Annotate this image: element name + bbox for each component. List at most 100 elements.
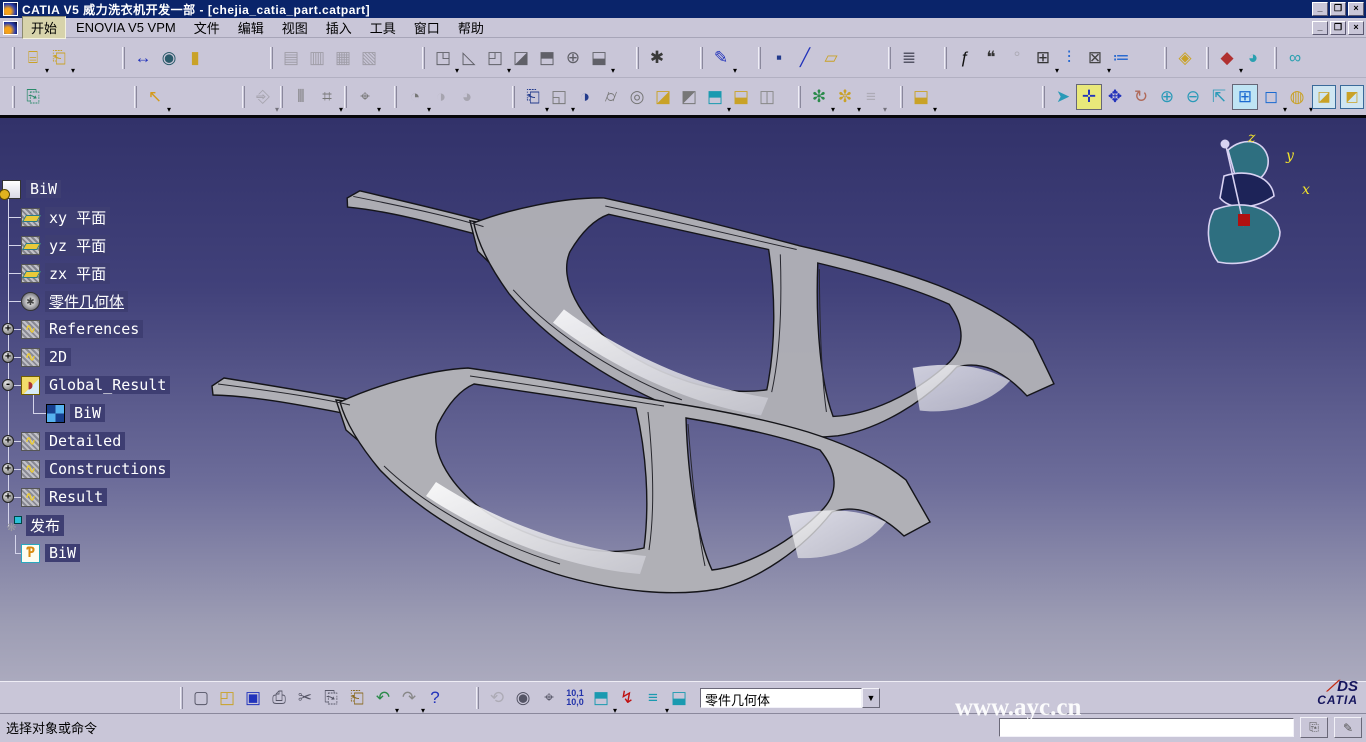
- toolbar-drag-handle[interactable]: [12, 86, 15, 108]
- menu-插入[interactable]: 插入: [318, 17, 360, 38]
- doc-close-button[interactable]: ×: [1348, 21, 1364, 35]
- normal-view-icon[interactable]: ⇱: [1206, 84, 1232, 110]
- catalog-3-icon[interactable]: ▦: [330, 45, 356, 71]
- tree-item-result[interactable]: +∿Result: [0, 483, 270, 511]
- toolbar-drag-handle[interactable]: [122, 47, 125, 69]
- measure-inertia-icon[interactable]: ▮: [182, 45, 208, 71]
- toolbar-drag-handle[interactable]: [1164, 47, 1167, 69]
- minimize-button[interactable]: _: [1312, 2, 1328, 16]
- toolbar-drag-handle[interactable]: [700, 47, 703, 69]
- design-table-icon[interactable]: ⊞▾: [1030, 45, 1056, 71]
- toolbar-drag-handle[interactable]: [134, 86, 137, 108]
- toolbar-drag-handle[interactable]: [512, 86, 515, 108]
- toolbar-drag-handle[interactable]: [1274, 47, 1277, 69]
- toolbar-drag-handle[interactable]: [422, 47, 425, 69]
- save-document-icon[interactable]: ▣: [240, 685, 266, 711]
- equivalent-dimensions-icon[interactable]: ≔: [1108, 45, 1134, 71]
- catalog-4-icon[interactable]: ▧: [356, 45, 382, 71]
- render-style-icon[interactable]: ◍▾: [1284, 84, 1310, 110]
- untrim-surface-icon[interactable]: ◰▾: [482, 45, 508, 71]
- swap-visible-space-icon[interactable]: ◩: [1340, 85, 1364, 109]
- curvature-analysis-icon[interactable]: ◕: [454, 84, 480, 110]
- rib-icon[interactable]: ◪: [650, 84, 676, 110]
- tree-item-constructions[interactable]: +∿Constructions: [0, 455, 270, 483]
- trim-surface-icon[interactable]: ◺: [456, 45, 482, 71]
- slot-icon[interactable]: ◩: [676, 84, 702, 110]
- toolbar-drag-handle[interactable]: [798, 86, 801, 108]
- expand-icon[interactable]: +: [2, 323, 14, 335]
- dmu-review-icon[interactable]: ◈: [1172, 45, 1198, 71]
- expand-icon[interactable]: +: [2, 351, 14, 363]
- tree-item--[interactable]: ❋发布: [0, 511, 270, 539]
- comment-icon[interactable]: ❝: [978, 45, 1004, 71]
- catalog-browser-icon[interactable]: ≣: [896, 45, 922, 71]
- menu-开始[interactable]: 开始: [22, 16, 66, 39]
- compass-free-rotation-handle[interactable]: [1221, 140, 1230, 149]
- power-input-field[interactable]: [999, 718, 1294, 737]
- specification-list-icon[interactable]: ≡▾: [858, 84, 884, 110]
- shaft-icon[interactable]: ◑: [572, 84, 598, 110]
- sketcher-icon[interactable]: ✎▾: [708, 45, 734, 71]
- hide-show-icon[interactable]: ◪: [1312, 85, 1336, 109]
- zoom-in-icon[interactable]: ⊕: [1154, 84, 1180, 110]
- undo-icon[interactable]: ↶▾: [370, 685, 396, 711]
- distance-analysis-icon[interactable]: ◕: [1240, 45, 1266, 71]
- compass-base-square[interactable]: [1238, 214, 1250, 226]
- menu-enovia-v5-vpm[interactable]: ENOVIA V5 VPM: [68, 19, 184, 36]
- catalog-2-icon[interactable]: ▥: [304, 45, 330, 71]
- relations-icon[interactable]: ⫶: [1056, 45, 1082, 71]
- toolbar-drag-handle[interactable]: [270, 47, 273, 69]
- enovia-open-icon[interactable]: ⌸▾: [20, 45, 46, 71]
- toolbar-drag-handle[interactable]: [344, 86, 347, 108]
- surfaces-palette-icon[interactable]: ⬓▾: [908, 84, 934, 110]
- knowledge-inspector-icon[interactable]: ◉: [510, 685, 536, 711]
- pad-icon[interactable]: ⎗▾: [520, 84, 546, 110]
- update-flash-icon[interactable]: ↯: [614, 685, 640, 711]
- units-precision-icon[interactable]: 10,110,0: [562, 685, 588, 711]
- doc-restore-button[interactable]: ❐: [1330, 21, 1346, 35]
- copy-icon[interactable]: ⎘: [318, 685, 344, 711]
- power-copy-icon[interactable]: ⟲: [484, 685, 510, 711]
- expand-icon[interactable]: +: [2, 463, 14, 475]
- open-catalog-icon[interactable]: ⬓: [666, 685, 692, 711]
- expand-icon[interactable]: +: [2, 435, 14, 447]
- pan-icon[interactable]: ✥: [1102, 84, 1128, 110]
- redo-icon[interactable]: ↷▾: [396, 685, 422, 711]
- snap-icon[interactable]: ⌖▾: [352, 84, 378, 110]
- expand-icon[interactable]: +: [2, 491, 14, 503]
- open-document-icon[interactable]: ◰: [214, 685, 240, 711]
- part-cache-icon[interactable]: ⬒▾: [588, 685, 614, 711]
- paste-icon[interactable]: ⎗: [344, 685, 370, 711]
- toolbar-drag-handle[interactable]: [900, 86, 903, 108]
- boundary-icon[interactable]: ⬒: [534, 45, 560, 71]
- hole-icon[interactable]: ◎: [624, 84, 650, 110]
- manual-update-icon[interactable]: ✼▾: [832, 84, 858, 110]
- menu-视图[interactable]: 视图: [274, 17, 316, 38]
- groove-icon[interactable]: ⌭: [598, 84, 624, 110]
- dialog-toggle-button[interactable]: ⎘: [1300, 717, 1328, 738]
- new-document-icon[interactable]: ▢: [188, 685, 214, 711]
- clash-analysis-icon[interactable]: ◆▾: [1214, 45, 1240, 71]
- mirror-structure-icon[interactable]: ⫴: [288, 84, 314, 110]
- fit-all-in-icon[interactable]: ✛: [1076, 84, 1102, 110]
- tree-item-global_result[interactable]: -◗Global_Result: [0, 371, 270, 399]
- toolbar-drag-handle[interactable]: [1206, 47, 1209, 69]
- formula-icon[interactable]: ƒ: [952, 45, 978, 71]
- sew-surface-icon[interactable]: ⬓: [728, 84, 754, 110]
- tree-item-biw[interactable]: BiW: [0, 175, 270, 203]
- menu-编辑[interactable]: 编辑: [230, 17, 272, 38]
- data-exchange-icon[interactable]: ⎘: [20, 84, 46, 110]
- close-surface-icon[interactable]: ◫: [754, 84, 780, 110]
- toolbar-drag-handle[interactable]: [888, 47, 891, 69]
- enovia-save-icon[interactable]: ⎗▾: [46, 45, 72, 71]
- knowledge-toggle-button[interactable]: ✎: [1334, 717, 1362, 738]
- zoom-out-icon[interactable]: ⊖: [1180, 84, 1206, 110]
- toolbar-drag-handle[interactable]: [242, 86, 245, 108]
- toolbar-drag-handle[interactable]: [394, 86, 397, 108]
- split-surface-icon[interactable]: ◳▾: [430, 45, 456, 71]
- rotate-icon[interactable]: ↻: [1128, 84, 1154, 110]
- toolbar-drag-handle[interactable]: [944, 47, 947, 69]
- close-button[interactable]: ×: [1348, 2, 1364, 16]
- measure-item-icon[interactable]: ◉: [156, 45, 182, 71]
- tree-item-zx-[interactable]: zx 平面: [0, 259, 270, 287]
